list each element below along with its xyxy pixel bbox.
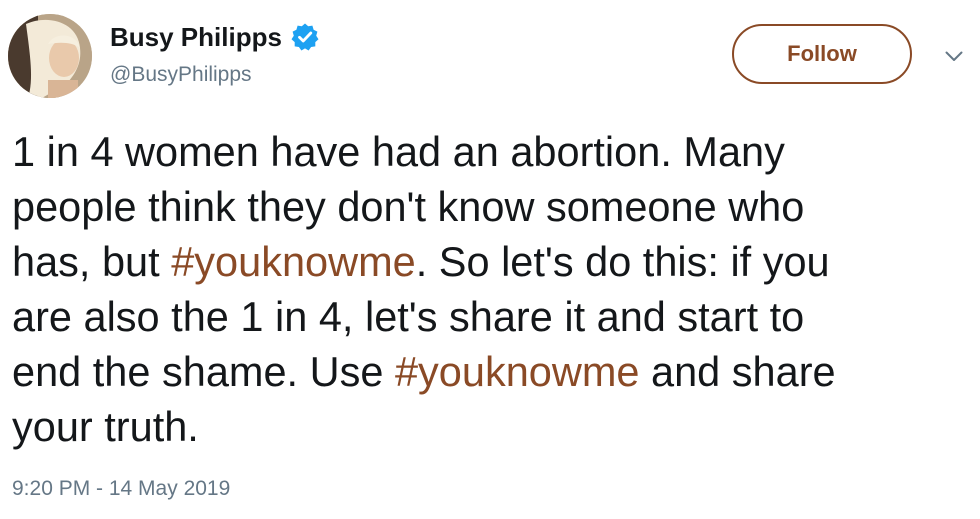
author-name-row: Busy Philipps [110, 22, 320, 52]
avatar-image [8, 14, 92, 98]
hashtag-link[interactable]: #youknowme [395, 348, 640, 395]
tweet-text-segment: end the shame. Use [12, 348, 395, 395]
tweet-text-line: people think they don't know someone who [12, 179, 967, 234]
tweet-text-line: 1 in 4 women have had an abortion. Many [12, 124, 967, 179]
tweet-text: 1 in 4 women have had an abortion. Many … [12, 124, 967, 454]
avatar[interactable] [8, 14, 92, 98]
tweet-text-line: are also the 1 in 4, let's share it and … [12, 289, 967, 344]
tweet-text-segment: your truth. [12, 403, 199, 450]
more-options-button[interactable] [942, 46, 966, 66]
tweet-text-segment: and share [639, 348, 836, 395]
tweet-card: Busy Philipps @BusyPhilipps Follow 1 in … [0, 0, 980, 519]
author-display-name[interactable]: Busy Philipps [110, 22, 282, 52]
tweet-text-line: has, but #youknowme. So let's do this: i… [12, 234, 967, 289]
chevron-down-icon [945, 51, 963, 61]
tweet-text-line: your truth. [12, 399, 967, 454]
tweet-text-line: end the shame. Use #youknowme and share [12, 344, 967, 399]
tweet-text-segment: people think they don't know someone who [12, 183, 805, 230]
tweet-text-segment: has, but [12, 238, 172, 285]
author-handle[interactable]: @BusyPhilipps [110, 62, 252, 88]
tweet-text-segment: 1 in 4 women have had an abortion. Many [12, 128, 785, 175]
follow-button[interactable]: Follow [732, 24, 912, 84]
hashtag-link[interactable]: #youknowme [171, 238, 416, 285]
tweet-text-segment: are also the 1 in 4, let's share it and … [12, 293, 805, 340]
tweet-timestamp[interactable]: 9:20 PM - 14 May 2019 [12, 476, 230, 502]
verified-badge-icon [290, 22, 320, 52]
tweet-text-segment: . So let's do this: if you [415, 238, 830, 285]
